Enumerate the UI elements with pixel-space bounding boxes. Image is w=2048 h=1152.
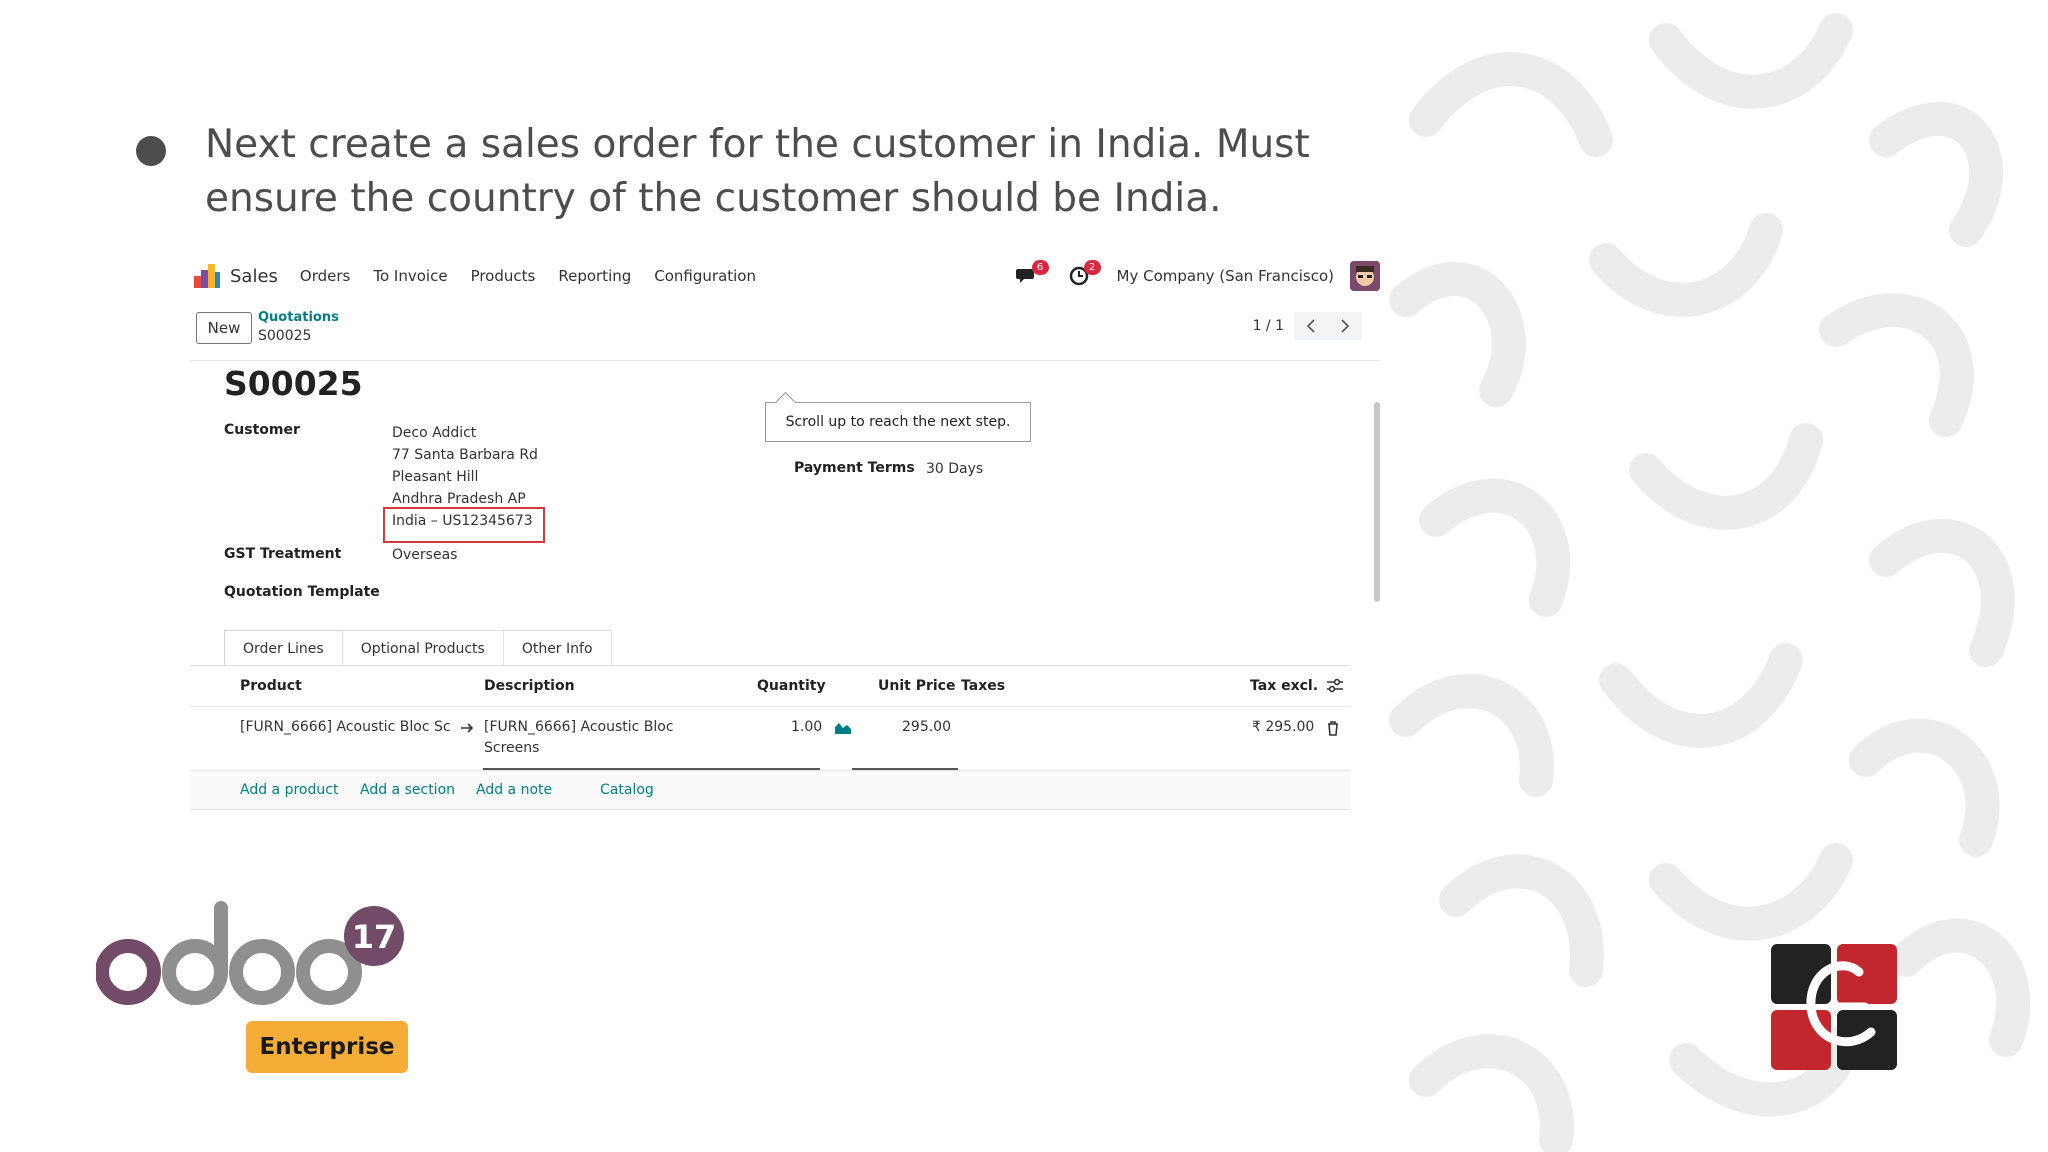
- tab-other-info[interactable]: Other Info: [502, 630, 612, 666]
- add-product-link[interactable]: Add a product: [240, 782, 338, 798]
- sales-app-icon[interactable]: [194, 264, 220, 288]
- new-button[interactable]: New: [196, 312, 252, 344]
- pager-previous-button[interactable]: [1294, 312, 1328, 340]
- company-logo: [1771, 944, 1897, 1070]
- navbar-systray: 6 2 My Company (San Francisco): [1013, 252, 1380, 300]
- arrow-right-icon[interactable]: [460, 722, 474, 734]
- menu-to-invoice[interactable]: To Invoice: [373, 267, 447, 285]
- quotation-template-label: Quotation Template: [224, 584, 380, 600]
- tooltip-text: Scroll up to reach the next step.: [785, 414, 1011, 430]
- catalog-link[interactable]: Catalog: [600, 782, 654, 798]
- payment-terms-label: Payment Terms: [794, 460, 915, 476]
- company-switcher[interactable]: My Company (San Francisco): [1117, 267, 1334, 285]
- trash-icon[interactable]: [1326, 720, 1340, 736]
- top-navbar: Sales Orders To Invoice Products Reporti…: [190, 252, 1380, 300]
- messages-button[interactable]: 6: [1013, 260, 1049, 290]
- control-panel: New Quotations S00025 1 / 1: [190, 304, 1380, 354]
- record-name: S00025: [258, 328, 312, 344]
- payment-terms-field[interactable]: 30 Days: [926, 461, 983, 477]
- enterprise-badge: Enterprise: [246, 1021, 408, 1073]
- chevron-left-icon: [1306, 319, 1315, 333]
- messages-badge: 6: [1031, 260, 1049, 275]
- odoo-version: 17: [352, 918, 397, 956]
- gst-treatment-field[interactable]: Overseas: [392, 547, 457, 563]
- row-product[interactable]: [FURN_6666] Acoustic Bloc Sc: [240, 719, 451, 735]
- menu-products[interactable]: Products: [471, 267, 536, 285]
- order-title: S00025: [224, 364, 363, 403]
- col-tax-excl[interactable]: Tax excl.: [1250, 678, 1318, 694]
- odoo-app-screenshot: Sales Orders To Invoice Products Reporti…: [190, 252, 1380, 820]
- activities-button[interactable]: 2: [1065, 260, 1101, 290]
- tab-order-lines[interactable]: Order Lines: [224, 630, 343, 666]
- order-lines-header: Product Description Quantity Unit Price …: [190, 666, 1350, 706]
- col-unit-price[interactable]: Unit Price: [878, 678, 955, 694]
- forecast-chart-icon[interactable]: [834, 721, 852, 735]
- row-description-line2[interactable]: Screens: [484, 740, 539, 756]
- avatar-face-icon: [1350, 261, 1380, 291]
- customer-street: 77 Santa Barbara Rd: [392, 447, 538, 463]
- add-note-link[interactable]: Add a note: [476, 782, 552, 798]
- sheet-divider: [190, 360, 1380, 361]
- add-section-link[interactable]: Add a section: [360, 782, 455, 798]
- breadcrumb-quotations[interactable]: Quotations: [258, 310, 339, 325]
- col-taxes[interactable]: Taxes: [961, 678, 1005, 694]
- activities-badge: 2: [1083, 260, 1101, 275]
- row-unit-price[interactable]: 295.00: [902, 719, 951, 735]
- chevron-right-icon: [1341, 319, 1350, 333]
- tour-tooltip: Scroll up to reach the next step.: [765, 402, 1031, 442]
- bullet-dot: [136, 136, 166, 166]
- pager: 1 / 1: [1253, 312, 1362, 340]
- pager-value: 1 / 1: [1252, 318, 1284, 334]
- row-description-line1[interactable]: [FURN_6666] Acoustic Bloc: [484, 719, 674, 735]
- user-avatar[interactable]: [1350, 261, 1380, 291]
- breadcrumb-record: S00025: [258, 328, 341, 344]
- menu-reporting[interactable]: Reporting: [558, 267, 631, 285]
- menu-configuration[interactable]: Configuration: [654, 267, 756, 285]
- col-quantity[interactable]: Quantity: [757, 678, 826, 694]
- gst-treatment-label: GST Treatment: [224, 546, 342, 562]
- row-quantity[interactable]: 1.00: [791, 719, 822, 735]
- notebook-tabs: Order Lines Optional Products Other Info: [224, 630, 612, 666]
- header-divider: [190, 706, 1350, 707]
- pager-next-button[interactable]: [1328, 312, 1362, 340]
- row-subtotal: ₹ 295.00: [1252, 719, 1315, 735]
- country-highlight: [383, 507, 545, 543]
- app-name[interactable]: Sales: [230, 266, 278, 287]
- customer-name: Deco Addict: [392, 425, 477, 441]
- customer-city: Pleasant Hill: [392, 469, 479, 485]
- decorative-pattern: [1366, 0, 2048, 1152]
- scrollbar[interactable]: [1374, 402, 1380, 602]
- col-description[interactable]: Description: [484, 678, 575, 694]
- customer-label: Customer: [224, 422, 300, 438]
- menu-orders[interactable]: Orders: [300, 267, 350, 285]
- table-bottom-divider: [190, 809, 1350, 810]
- slide-instruction: Next create a sales order for the custom…: [205, 122, 1310, 221]
- tab-optional-products[interactable]: Optional Products: [341, 630, 504, 666]
- column-settings-icon[interactable]: [1326, 678, 1344, 694]
- col-product[interactable]: Product: [240, 678, 302, 694]
